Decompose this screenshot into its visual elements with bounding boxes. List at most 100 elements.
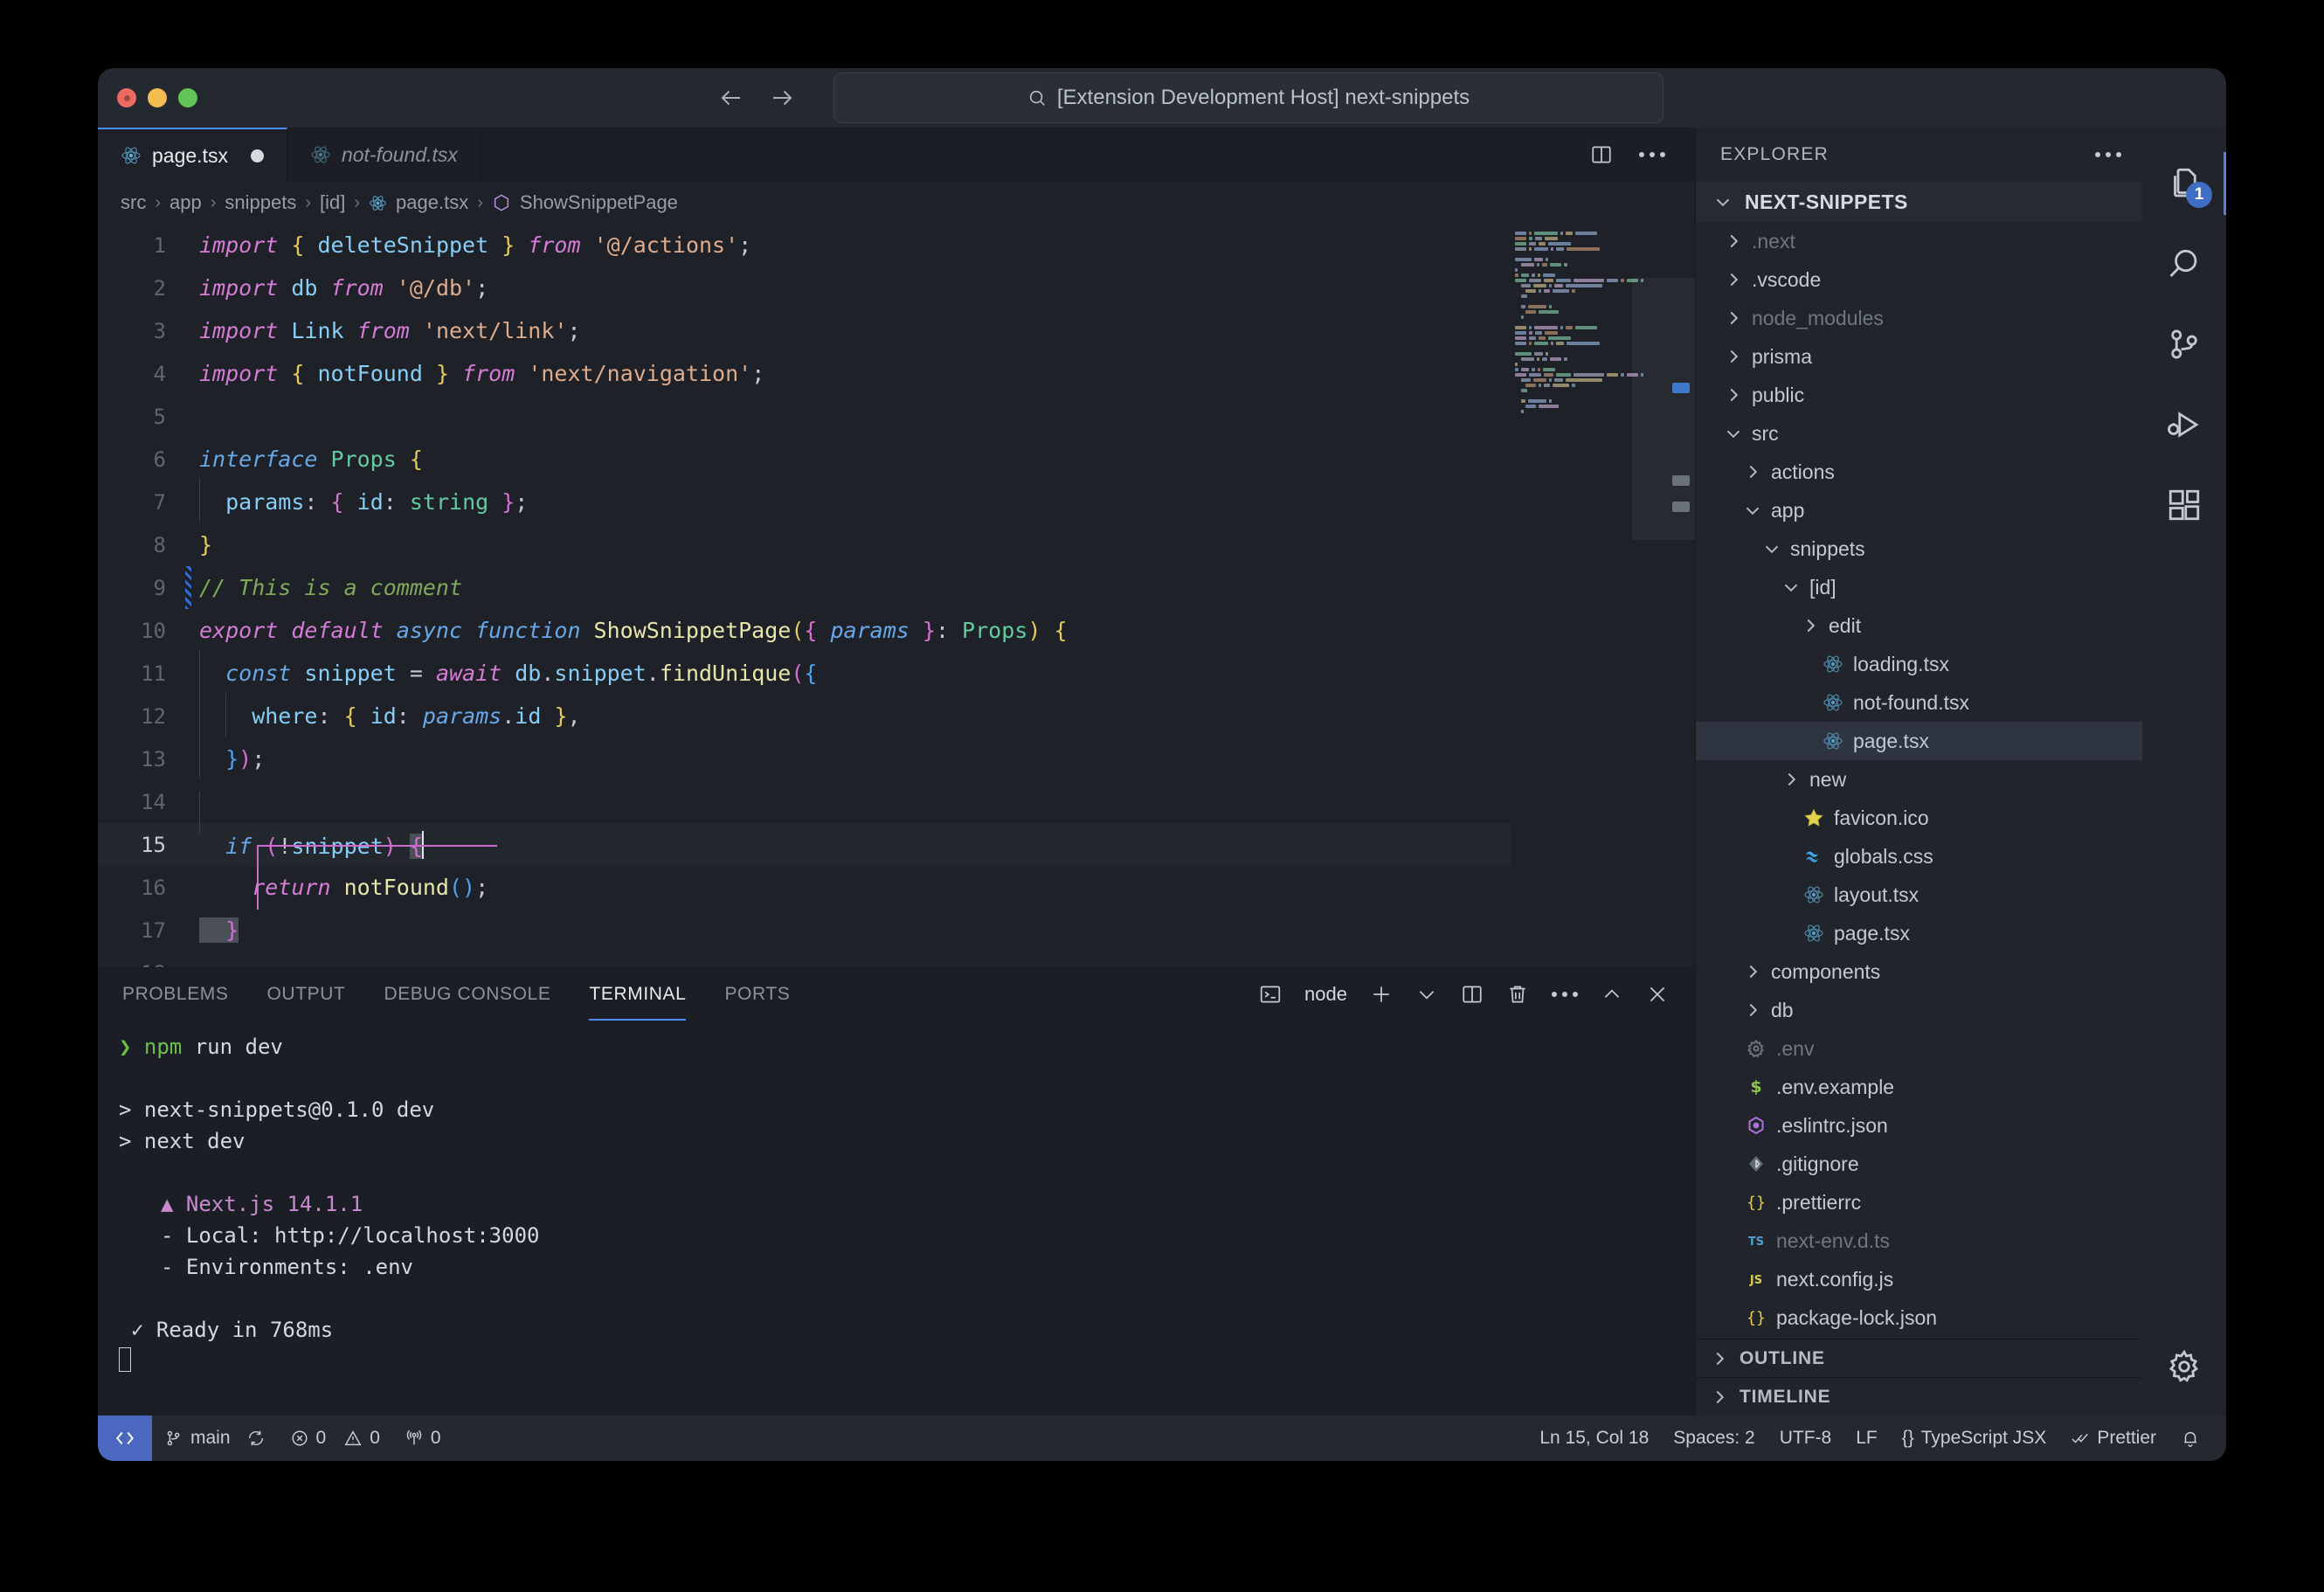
split-editor-icon[interactable] xyxy=(1590,143,1613,166)
tab-page-tsx[interactable]: page.tsx xyxy=(98,128,287,182)
terminal-name[interactable]: node xyxy=(1304,983,1347,1006)
code-lines[interactable]: 1 import { deleteSnippet } from '@/actio… xyxy=(98,224,1511,967)
tree-folder-prisma[interactable]: prisma xyxy=(1696,337,2142,376)
trash-icon[interactable] xyxy=(1506,983,1529,1006)
workspace-root[interactable]: NEXT-SNIPPETS xyxy=(1696,182,2142,222)
tree-file--prettierrc[interactable]: {} .prettierrc xyxy=(1696,1183,2142,1222)
breadcrumb-symbol[interactable]: ShowSnippetPage xyxy=(520,191,678,214)
language-name: TypeScript JSX xyxy=(1920,1428,2047,1448)
star-icon xyxy=(1802,806,1825,829)
tree-item-label: page.tsx xyxy=(1834,921,1910,945)
chevron-down-icon xyxy=(1784,584,1798,592)
tree-file-not-found-tsx[interactable]: not-found.tsx xyxy=(1696,683,2142,722)
breadcrumb-src[interactable]: src xyxy=(121,191,146,214)
tree-file-loading-tsx[interactable]: loading.tsx xyxy=(1696,645,2142,683)
tree-file-favicon-ico[interactable]: favicon.ico xyxy=(1696,799,2142,837)
section-timeline[interactable]: TIMELINE xyxy=(1696,1377,2142,1415)
status-ports[interactable]: 0 xyxy=(392,1415,453,1461)
tab-terminal[interactable]: TERMINAL xyxy=(589,968,687,1021)
minimap-slider[interactable] xyxy=(1632,278,1695,540)
status-notifications[interactable] xyxy=(2168,1429,2212,1448)
breadcrumb-app[interactable]: app xyxy=(169,191,202,214)
tree-folder-edit[interactable]: edit xyxy=(1696,606,2142,645)
new-terminal-icon[interactable] xyxy=(1370,983,1393,1006)
section-outline[interactable]: OUTLINE xyxy=(1696,1339,2142,1377)
split-terminal-icon[interactable] xyxy=(1461,983,1484,1006)
tab-ports[interactable]: PORTS xyxy=(724,968,790,1021)
status-branch[interactable]: main xyxy=(152,1415,278,1461)
breadcrumb-id[interactable]: [id] xyxy=(320,191,345,214)
unsaved-indicator[interactable] xyxy=(250,149,264,163)
tree-folder-src[interactable]: src xyxy=(1696,414,2142,453)
tree-file--eslintrc-json[interactable]: .eslintrc.json xyxy=(1696,1106,2142,1145)
tree-file-next-config-js[interactable]: JS next.config.js xyxy=(1696,1260,2142,1298)
activity-settings[interactable] xyxy=(2142,1326,2226,1407)
tree-folder-public[interactable]: public xyxy=(1696,376,2142,414)
tree-folder-components[interactable]: components xyxy=(1696,952,2142,991)
code-line: 14 xyxy=(98,780,1511,834)
status-problems[interactable]: 0 0 xyxy=(278,1415,392,1461)
chevron-down-icon[interactable] xyxy=(1415,983,1438,1006)
maximize-window-button[interactable] xyxy=(178,88,197,107)
tab-not-found-tsx[interactable]: not-found.tsx xyxy=(287,128,481,182)
tree-folder-new[interactable]: new xyxy=(1696,760,2142,799)
status-formatter[interactable]: Prettier xyxy=(2058,1428,2168,1449)
tree-folder-snippets[interactable]: snippets xyxy=(1696,530,2142,568)
tab-problems[interactable]: PROBLEMS xyxy=(122,968,229,1021)
tree-folder--id-[interactable]: [id] xyxy=(1696,568,2142,606)
terminal-line: > next dev xyxy=(119,1129,246,1153)
activity-source-control[interactable] xyxy=(2142,304,2226,384)
sidebar-more-icon[interactable] xyxy=(2095,152,2121,157)
activity-run-debug[interactable] xyxy=(2142,384,2226,465)
tree-file-globals-css[interactable]: globals.css xyxy=(1696,837,2142,876)
tree-file--env[interactable]: .env xyxy=(1696,1029,2142,1068)
back-arrow-icon[interactable] xyxy=(718,85,744,111)
chevron-up-icon[interactable] xyxy=(1601,983,1623,1006)
activity-explorer[interactable]: 1 xyxy=(2142,143,2226,224)
breadcrumb-sep: › xyxy=(354,192,361,212)
tree-file-page-tsx[interactable]: page.tsx xyxy=(1696,914,2142,952)
tab-debug-console[interactable]: DEBUG CONSOLE xyxy=(384,968,550,1021)
status-encoding[interactable]: UTF-8 xyxy=(1767,1428,1844,1449)
file-tree[interactable]: .next .vscode node_modules prisma public src a… xyxy=(1696,222,2142,1339)
tree-file-next-env-d-ts[interactable]: TS next-env.d.ts xyxy=(1696,1222,2142,1260)
breadcrumb-snippets[interactable]: snippets xyxy=(225,191,296,214)
tree-file-page-tsx[interactable]: page.tsx xyxy=(1696,722,2142,760)
tree-folder--vscode[interactable]: .vscode xyxy=(1696,260,2142,299)
breadcrumb-file[interactable]: page.tsx xyxy=(396,191,468,214)
status-indentation[interactable]: Spaces: 2 xyxy=(1661,1428,1767,1449)
tree-file-layout-tsx[interactable]: layout.tsx xyxy=(1696,876,2142,914)
command-center-search[interactable]: [Extension Development Host] next-snippe… xyxy=(833,73,1663,123)
terminal-icon[interactable] xyxy=(1259,983,1282,1006)
line-number: 18 xyxy=(98,961,183,968)
terminal-output[interactable]: ❯ npm run dev > next-snippets@0.1.0 dev … xyxy=(98,1021,1695,1415)
tree-folder-node-modules[interactable]: node_modules xyxy=(1696,299,2142,337)
minimap[interactable] xyxy=(1511,224,1695,967)
line-number: 14 xyxy=(141,789,166,814)
line-content: const snippet = await db.snippet.findUni… xyxy=(183,650,817,693)
tree-folder-db[interactable]: db xyxy=(1696,991,2142,1029)
forward-arrow-icon[interactable] xyxy=(769,85,795,111)
tree-folder--next[interactable]: .next xyxy=(1696,222,2142,260)
workbench-body: page.tsx not-found.tsx src › app › snipp… xyxy=(98,128,2226,1415)
remote-indicator[interactable] xyxy=(98,1415,152,1461)
activity-extensions[interactable] xyxy=(2142,465,2226,545)
more-actions-icon[interactable] xyxy=(1552,992,1578,997)
activity-search[interactable] xyxy=(2142,224,2226,304)
tree-file-package-lock-json[interactable]: {} package-lock.json xyxy=(1696,1298,2142,1337)
status-eol[interactable]: LF xyxy=(1843,1428,1890,1449)
more-actions-icon[interactable] xyxy=(1639,152,1665,157)
tree-folder-actions[interactable]: actions xyxy=(1696,453,2142,491)
tree-folder-app[interactable]: app xyxy=(1696,491,2142,530)
code-editor[interactable]: 1 import { deleteSnippet } from '@/actio… xyxy=(98,224,1695,967)
tab-output[interactable]: OUTPUT xyxy=(267,968,346,1021)
status-position[interactable]: Ln 15, Col 18 xyxy=(1527,1428,1661,1449)
close-panel-icon[interactable] xyxy=(1646,983,1669,1006)
close-window-button[interactable] xyxy=(117,88,136,107)
status-language[interactable]: {} TypeScript JSX xyxy=(1890,1428,2059,1449)
minimize-window-button[interactable] xyxy=(148,88,167,107)
tree-file--gitignore[interactable]: .gitignore xyxy=(1696,1145,2142,1183)
gear-icon xyxy=(1745,1037,1767,1060)
tree-file--env-example[interactable]: $ .env.example xyxy=(1696,1068,2142,1106)
